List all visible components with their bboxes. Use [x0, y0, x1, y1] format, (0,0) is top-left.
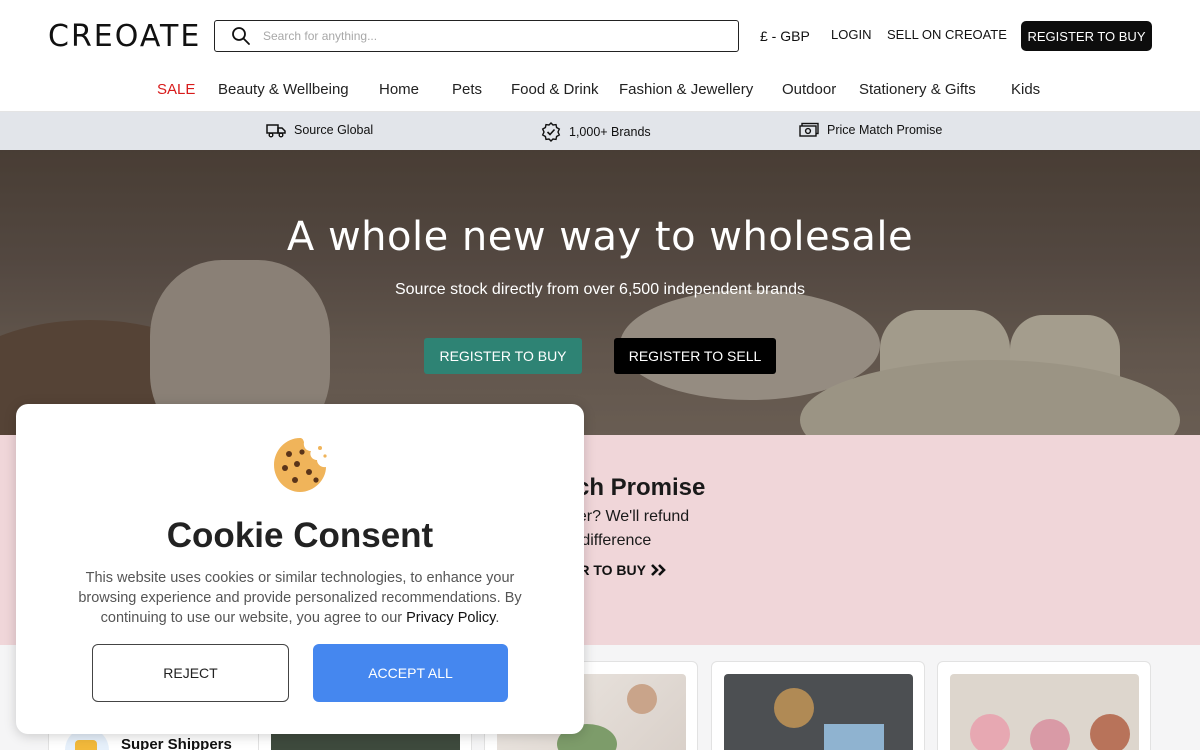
price-match-register-link[interactable]: ER TO BUY — [570, 562, 668, 578]
hero-banner: A whole new way to wholesale Source stoc… — [0, 150, 1200, 435]
search-icon — [232, 27, 250, 45]
search-bar[interactable] — [214, 20, 739, 52]
header: CREOATE £ - GBP LOGIN SELL ON CREOATE RE… — [0, 0, 1200, 70]
benefit-price-match: Price Match Promise — [799, 122, 942, 138]
double-chevron-right-icon — [651, 564, 666, 576]
price-match-title: tch Promise — [568, 474, 706, 501]
cookie-consent-dialog: Cookie Consent This website uses cookies… — [16, 404, 584, 734]
nav-item-home[interactable]: Home — [379, 81, 419, 98]
cookie-consent-title: Cookie Consent — [166, 516, 434, 555]
currency-selector[interactable]: £ - GBP — [760, 28, 810, 44]
price-match-text: per? We'll refund — [569, 508, 690, 525]
privacy-policy-link[interactable]: Privacy Policy — [406, 610, 495, 626]
nav-item-pets[interactable]: Pets — [452, 81, 482, 98]
cookie-consent-period: . — [495, 610, 500, 626]
hero-register-to-sell-button[interactable]: REGISTER TO SELL — [614, 338, 776, 374]
category-nav: SALE Beauty & Wellbeing Home Pets Food &… — [0, 70, 1200, 112]
benefit-brands: 1,000+ Brands — [541, 122, 651, 142]
register-to-buy-button[interactable]: REGISTER TO BUY — [1021, 21, 1152, 51]
nav-item-kids[interactable]: Kids — [1011, 81, 1040, 98]
accept-all-cookies-button[interactable]: ACCEPT ALL — [313, 644, 508, 702]
benefit-label: Price Match Promise — [827, 123, 943, 137]
benefit-label: Source Global — [294, 123, 374, 137]
search-input[interactable] — [263, 29, 703, 43]
money-icon — [799, 122, 819, 137]
collection-card[interactable] — [937, 661, 1151, 750]
badge-check-icon — [541, 122, 561, 142]
hero-subtitle: Source stock directly from over 6,500 in… — [394, 281, 805, 298]
benefit-source-global: Source Global — [266, 122, 373, 138]
reject-cookies-button[interactable]: REJECT — [92, 644, 289, 702]
collection-card-image — [724, 674, 913, 750]
collection-card[interactable] — [711, 661, 925, 750]
sell-on-creoate-link[interactable]: SELL ON CREOATE — [887, 27, 1007, 42]
benefits-strip: Source Global 1,000+ Brands Price Match … — [0, 112, 1200, 150]
hero-register-to-buy-button[interactable]: REGISTER TO BUY — [424, 338, 582, 374]
collection-card-image — [950, 674, 1139, 750]
cookie-consent-text: This website uses cookies or similar tec… — [60, 568, 540, 628]
nav-item-outdoor[interactable]: Outdoor — [782, 81, 836, 98]
nav-item-fashion-jewellery[interactable]: Fashion & Jewellery — [619, 81, 753, 98]
benefit-label: 1,000+ Brands — [569, 125, 651, 139]
collection-card-label: Super Shippers — [121, 736, 232, 750]
nav-item-sale[interactable]: SALE — [157, 81, 195, 98]
truck-icon — [266, 124, 286, 138]
hero-title: A whole new way to wholesale — [286, 214, 914, 260]
login-link[interactable]: LOGIN — [831, 27, 871, 42]
creoate-logo[interactable]: CREOATE — [48, 19, 201, 54]
nav-item-stationery-gifts[interactable]: Stationery & Gifts — [859, 81, 976, 98]
cookie-icon — [274, 438, 327, 492]
nav-item-food-drink[interactable]: Food & Drink — [511, 81, 599, 98]
nav-item-beauty-wellbeing[interactable]: Beauty & Wellbeing — [218, 81, 349, 98]
